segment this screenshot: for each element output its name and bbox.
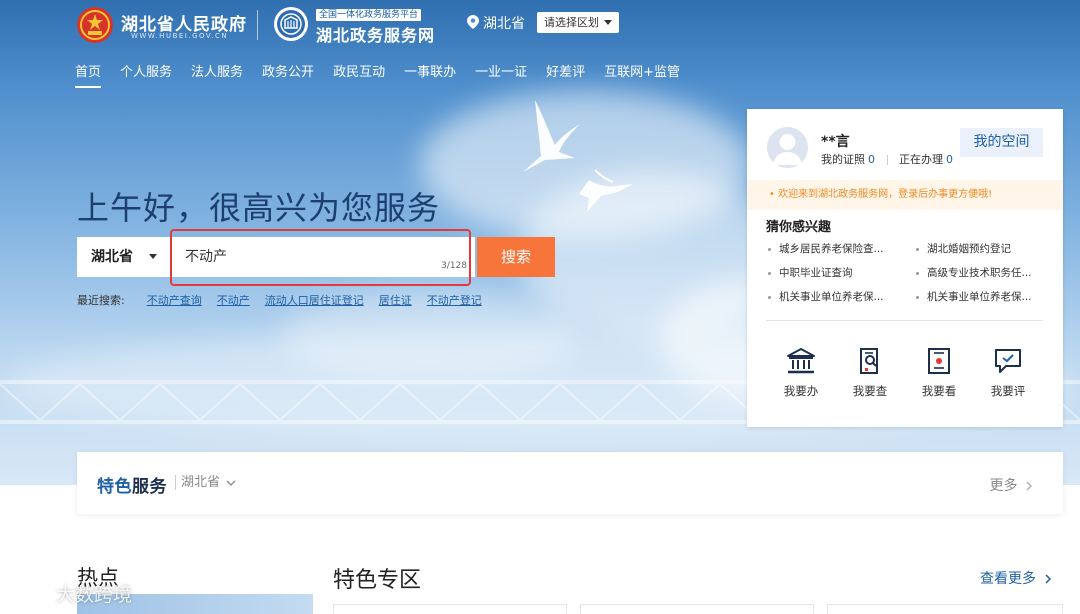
service-badge: 全国一体化政务服务平台 [316,9,422,21]
main-nav: 首页 个人服务 法人服务 政务公开 政民互动 一事联办 一业一证 好差评 互联网… [75,64,699,90]
nav-item-gov-info[interactable]: 政务公开 [262,64,314,90]
search-scope-select[interactable]: 湖北省 [77,237,171,277]
nav-item-one-license[interactable]: 一业一证 [475,64,527,90]
site-header: 湖北省人民政府 WWW.HUBEI.GOV.CN 全国一体化政务服务平台 湖北政… [0,0,1080,90]
quick-action-view[interactable]: 我要看 [911,347,967,399]
recent-searches-label: 最近搜索: [77,294,125,307]
monitor-icon [928,348,950,374]
nav-item-rating[interactable]: 好差评 [546,64,585,90]
watermark-text: 大数跨境 [56,584,133,606]
search-scope-label: 湖北省 [91,249,133,265]
search-doc-icon [860,348,878,374]
stats-divider [886,155,888,165]
interest-link[interactable]: 中职毕业证查询 [767,266,915,281]
quick-action-label: 我要办 [783,384,819,398]
national-emblem-icon[interactable] [76,6,114,44]
processing-count[interactable]: 0 [946,153,953,166]
search-button[interactable]: 搜索 [477,237,555,277]
crane-illustration [523,100,633,212]
service-title[interactable]: 湖北政务服务网 [316,22,435,46]
recent-search-link[interactable]: 不动产 [217,292,250,308]
special-zone-card[interactable] [827,604,1063,614]
featured-region-label: 湖北省 [181,475,221,490]
quick-action-query[interactable]: 我要查 [842,347,898,399]
nav-item-supervision[interactable]: 互联网+监管 [604,64,680,90]
interest-link[interactable]: 机关事业单位养老保... [915,290,1047,305]
user-silhouette-icon [773,134,802,165]
licenses-label[interactable]: 我的证照 [821,153,865,166]
recent-search-link[interactable]: 流动人口居住证登记 [265,292,364,308]
avatar[interactable] [767,127,808,168]
my-space-button[interactable]: 我的空间 [960,128,1043,157]
recent-searches: 最近搜索: 不动产查询 不动产 流动人口居住证登记 居住证 不动产登记 [77,292,497,308]
licenses-count[interactable]: 0 [868,153,875,166]
interest-link[interactable]: 湖北婚姻预约登记 [915,242,1047,257]
watermark-logo-icon [11,586,49,605]
quick-action-rate[interactable]: 我要评 [980,347,1036,399]
region-select-label: 请选择区划 [544,16,599,29]
greeting-heading: 上午好，很高兴为您服务 [77,189,441,227]
featured-title-part2: 服务 [132,477,167,497]
comment-check-icon [995,349,1021,373]
quick-action-label: 我要看 [921,384,957,398]
processing-label[interactable]: 正在办理 [899,153,943,166]
chevron-down-icon [604,20,612,25]
user-card: **言 我的证照 0 正在办理 0 我的空间 • 欢迎来到湖北政务服务网，登录后办事… [747,109,1063,427]
nav-item-corporate[interactable]: 法人服务 [191,64,243,90]
quick-action-label: 我要查 [852,384,888,398]
interest-link[interactable]: 高级专业技术职务任... [915,266,1047,281]
user-stats: 我的证照 0 正在办理 0 [821,151,953,167]
chevron-down-icon [226,480,236,486]
view-more-link[interactable]: 查看更多 [980,568,1052,588]
featured-more-link[interactable]: 更多 [990,475,1033,495]
quick-action-label: 我要评 [990,384,1026,398]
card-divider [766,320,1043,321]
recent-search-link[interactable]: 不动产查询 [147,292,202,308]
bank-icon [787,348,815,374]
special-zone-title: 特色专区 [333,568,422,593]
welcome-notice: • 欢迎来到湖北政务服务网，登录后办事更方便哦! [747,180,1063,210]
recent-search-link[interactable]: 不动产登记 [427,292,482,308]
featured-region-select[interactable]: 湖北省 [175,475,236,490]
chevron-right-icon [1026,481,1032,491]
view-more-label: 查看更多 [980,571,1036,587]
interest-link[interactable]: 城乡居民养老保险查... [767,242,915,257]
watermark: 大数跨境 [10,580,132,607]
interest-list: 城乡居民养老保险查... 湖北婚姻预约登记 中职毕业证查询 高级专业技术职务任.… [767,242,1047,305]
nav-item-interaction[interactable]: 政民互动 [333,64,385,90]
special-zone-card[interactable] [580,604,814,614]
nav-item-joint-service[interactable]: 一事联办 [404,64,456,90]
featured-title-part1: 特色 [97,477,132,497]
current-location: 湖北省 [483,16,525,32]
user-name: **言 [821,134,850,150]
nav-item-personal[interactable]: 个人服务 [120,64,172,90]
location-pin-icon [467,15,479,29]
region-select[interactable]: 请选择区划 [537,12,619,33]
chevron-down-icon [149,254,157,259]
interest-link[interactable]: 机关事业单位养老保... [767,290,915,305]
recent-search-link[interactable]: 居住证 [379,292,412,308]
featured-services-bar: 特色服务 湖北省 更多 [77,452,1063,514]
service-logo-icon[interactable] [273,6,309,42]
nav-item-home[interactable]: 首页 [75,64,102,90]
special-zone-card[interactable] [333,604,567,614]
header-divider [257,10,258,40]
interest-title: 猜你感兴趣 [766,220,832,235]
chevron-right-icon [1045,574,1052,584]
featured-services-title: 特色服务 [97,472,167,497]
featured-more-label: 更多 [989,478,1018,494]
quick-action-handle[interactable]: 我要办 [773,347,829,399]
search-highlight-box [170,229,471,286]
gov-subtitle: WWW.HUBEI.GOV.CN [131,32,229,40]
